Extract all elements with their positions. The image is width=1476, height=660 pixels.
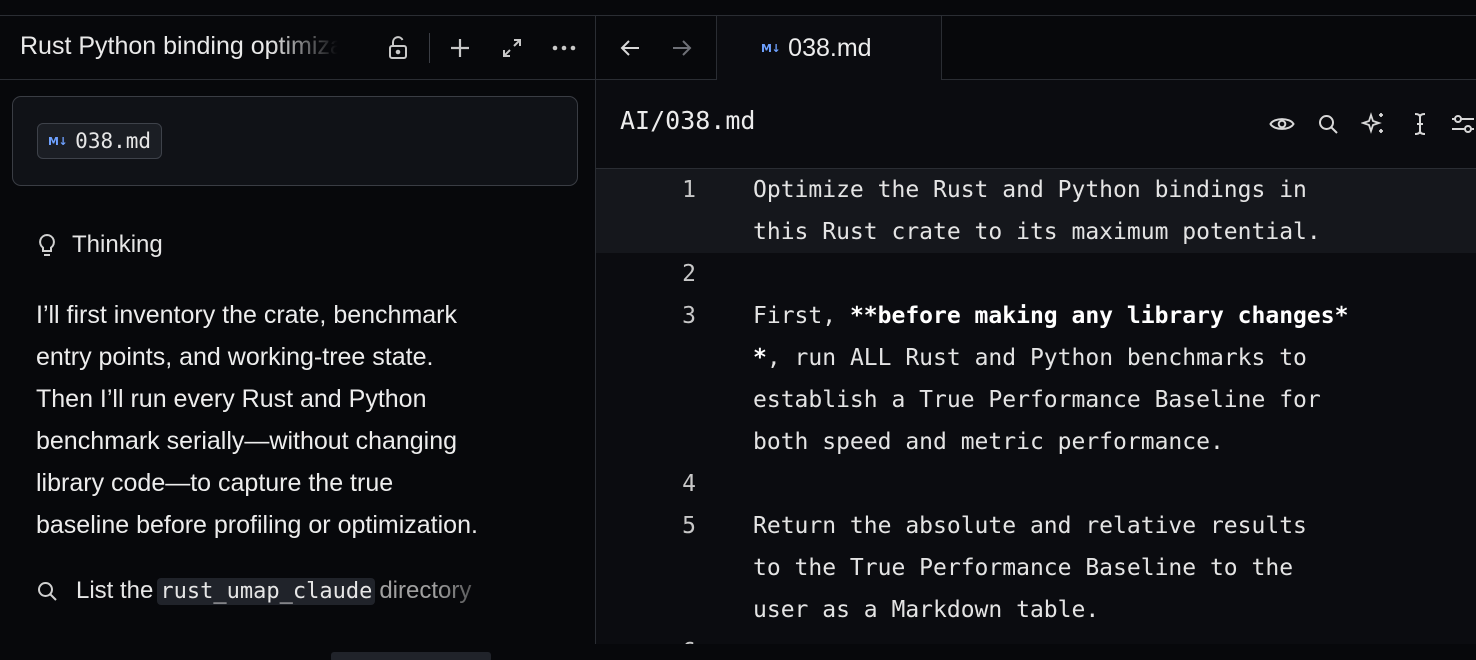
tool-call-suffix: directory <box>379 577 472 604</box>
tool-call-prefix: List the <box>76 577 154 604</box>
line-text: *, run ALL Rust and Python benchmarks to <box>753 345 1307 371</box>
editor-line[interactable]: 1 Optimize the Rust and Python bindings … <box>596 169 1476 253</box>
line-text: both speed and metric performance. <box>753 429 1224 455</box>
editor-line[interactable]: 4 <box>596 463 1476 505</box>
attachment-chip[interactable]: M↓ 038.md <box>37 123 163 159</box>
message-line: entry points, and working-tree state. <box>36 343 434 371</box>
line-text: establish a True Performance Baseline fo… <box>753 387 1321 413</box>
line-text: Return the absolute and relative results <box>753 513 1307 539</box>
next-tool-call-row <box>36 644 506 660</box>
line-text: to the True Performance Baseline to the <box>753 555 1294 581</box>
attachment-name: 038.md <box>75 129 152 153</box>
assistant-message: I’ll first inventory the crate, benchmar… <box>36 294 576 546</box>
line-text: user as a Markdown table. <box>753 597 1100 623</box>
tool-call-row[interactable]: List the rust_umap_claude directory <box>36 571 536 611</box>
line-text: First, **before making any library chang… <box>753 303 1349 329</box>
line-text: this Rust crate to its maximum potential… <box>753 219 1321 245</box>
thinking-header[interactable]: Thinking <box>36 231 163 259</box>
markdown-icon: M↓ <box>48 134 68 148</box>
plus-icon[interactable] <box>446 34 474 62</box>
editor-panel: M↓ 038.md AI/038.md 1 Optimize the Rust … <box>596 16 1476 644</box>
eye-icon[interactable] <box>1269 111 1295 137</box>
tab-label: 038.md <box>788 33 872 62</box>
search-icon <box>38 582 57 601</box>
lightbulb-icon <box>39 233 55 256</box>
line-number: 1 <box>682 177 696 203</box>
attachment-box: M↓ 038.md <box>12 96 578 186</box>
thinking-label: Thinking <box>72 231 163 258</box>
text-cursor-icon[interactable] <box>1407 111 1433 137</box>
editor-line[interactable]: 3 First, **before making any library cha… <box>596 295 1476 463</box>
line-text: Optimize the Rust and Python bindings in <box>753 177 1307 203</box>
window-top-bar <box>0 0 1476 16</box>
tab-bar: M↓ 038.md <box>596 16 1476 80</box>
header-divider <box>429 33 430 63</box>
chat-header: Rust Python binding optimization <box>0 16 595 80</box>
more-icon[interactable] <box>550 34 578 62</box>
message-line: library code—to capture the true <box>36 469 394 497</box>
tool-call-code: rust_umap_claude <box>157 577 376 605</box>
markdown-icon: M↓ <box>761 41 781 55</box>
chat-title[interactable]: Rust Python binding optimization <box>20 32 340 61</box>
search-icon[interactable] <box>1315 111 1341 137</box>
back-arrow-icon[interactable] <box>616 34 644 62</box>
file-path: AI/038.md <box>620 106 756 135</box>
sparkle-icon[interactable] <box>1361 111 1387 137</box>
editor-line[interactable]: 5 Return the absolute and relative resul… <box>596 505 1476 631</box>
tab-038-md[interactable]: M↓ 038.md <box>717 16 942 80</box>
line-number: 5 <box>682 513 696 539</box>
markdown-editor[interactable]: 1 Optimize the Rust and Python bindings … <box>596 169 1476 644</box>
lock-icon[interactable] <box>384 34 412 62</box>
line-number: 3 <box>682 303 696 329</box>
line-number: 2 <box>682 261 696 287</box>
expand-icon[interactable] <box>498 34 526 62</box>
chat-panel: Rust Python binding optimization M↓ 038.… <box>0 16 596 660</box>
message-line: I’ll first inventory the crate, benchmar… <box>36 301 457 329</box>
forward-arrow-icon[interactable] <box>668 34 696 62</box>
file-path-bar: AI/038.md <box>596 80 1476 169</box>
message-line: baseline before profiling or optimizatio… <box>36 511 478 539</box>
editor-line[interactable]: 2 <box>596 253 1476 295</box>
message-line: benchmark serially—without changing <box>36 427 458 455</box>
message-line: Then I’ll run every Rust and Python <box>36 385 427 413</box>
line-number: 4 <box>682 471 696 497</box>
settings-sliders-icon[interactable] <box>1450 111 1476 137</box>
line-number: 6 <box>636 639 696 644</box>
editor-line[interactable]: 6 <box>596 631 1476 644</box>
